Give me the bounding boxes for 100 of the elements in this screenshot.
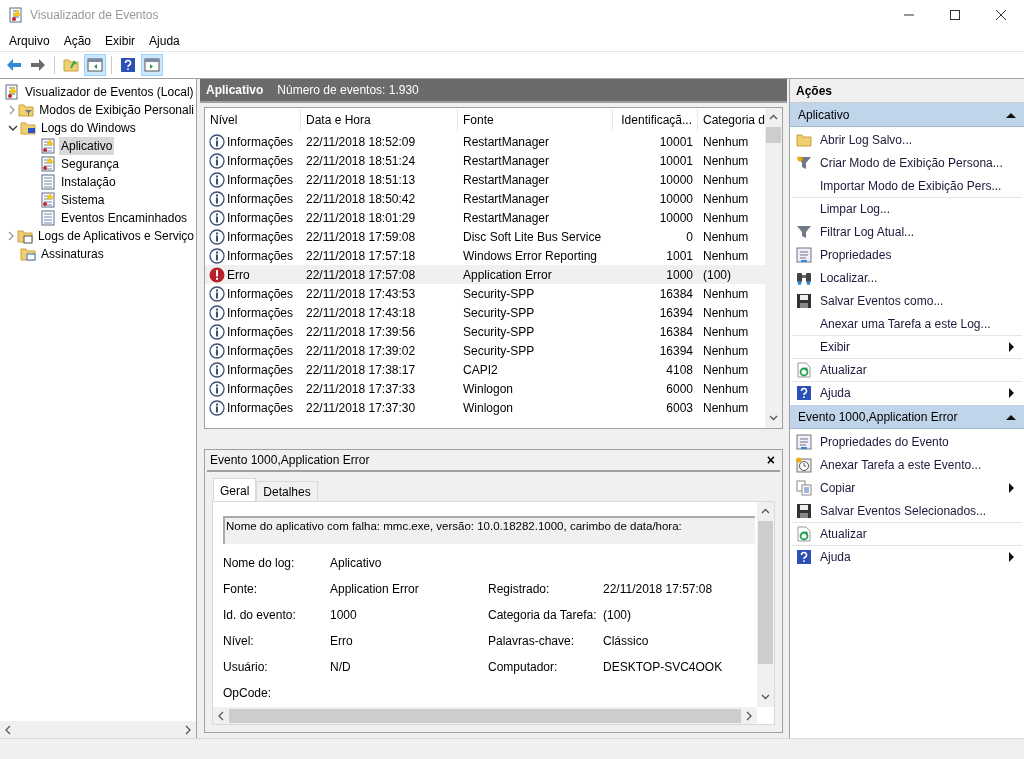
column-header[interactable]: Data e Hora (301, 109, 458, 131)
tree-item[interactable]: Sistema (59, 191, 107, 209)
tree-item[interactable]: Instalação (59, 173, 118, 191)
tree-item[interactable]: Segurança (59, 155, 122, 173)
tree-item[interactable]: Visualizador de Eventos (Local) (23, 83, 196, 101)
tree-item[interactable]: Logs de Aplicativos e Serviço (35, 227, 196, 245)
event-row[interactable]: Informações 22/11/2018 18:50:42 RestartManager 10000 Nenhum (205, 189, 765, 208)
tree-item[interactable]: Modos de Exibição Personali (37, 101, 196, 119)
table-cell-text: 16384 (658, 285, 694, 303)
action-item[interactable]: Criar Modo de Exibição Persona... (792, 151, 1022, 174)
copy-icon (796, 480, 812, 496)
table-cell-text: Nenhum (702, 247, 750, 265)
column-header[interactable]: Nível (205, 109, 301, 131)
column-header[interactable]: Identificaçã... (613, 109, 698, 131)
table-cell-text: 0 (685, 228, 694, 246)
table-cell-text: Nenhum (702, 380, 750, 398)
field-label: Nome do log: (223, 555, 296, 570)
chevron-down-icon[interactable] (8, 123, 18, 133)
event-row[interactable]: Informações 22/11/2018 18:52:09 RestartManager 10001 Nenhum (205, 132, 765, 151)
properties-icon (796, 434, 812, 450)
section-header[interactable]: Evento 1000,Application Error (790, 405, 1024, 429)
event-row[interactable]: Informações 22/11/2018 17:37:30 Winlogon 6003 Nenhum (205, 398, 765, 417)
event-row[interactable]: Informações 22/11/2018 17:39:56 Security-SPP 16384 Nenhum (205, 322, 765, 341)
submenu-arrow-icon (1009, 388, 1014, 398)
event-row[interactable]: Informações 22/11/2018 17:57:18 Windows Error Reporting 1001 Nenhum (205, 246, 765, 265)
tree-item[interactable]: Eventos Encaminhados (59, 209, 190, 227)
level-text: Erro (227, 266, 250, 284)
toolbar-button[interactable] (141, 54, 163, 76)
action-item[interactable]: Copiar (792, 476, 1022, 499)
action-item[interactable]: Salvar Eventos como... (792, 289, 1022, 312)
action-item[interactable]: Exibir (792, 335, 1022, 358)
table-cell-text: Windows Error Reporting (462, 247, 599, 265)
action-item[interactable]: Ajuda (792, 545, 1022, 568)
event-row[interactable]: Erro 22/11/2018 17:57:08 Application Error 1000 (100) (205, 265, 765, 284)
action-item[interactable]: Salvar Eventos Selecionados... (792, 499, 1022, 522)
scrollbar-thumb[interactable] (766, 127, 781, 143)
event-row[interactable]: Informações 22/11/2018 17:37:33 Winlogon 6000 Nenhum (205, 379, 765, 398)
action-item[interactable]: Anexar uma Tarefa a este Log... (792, 312, 1022, 335)
action-label: Anexar Tarefa a este Evento... (820, 457, 982, 474)
table-cell-text: Application Error (462, 266, 553, 284)
scrollbar-thumb[interactable] (758, 521, 773, 664)
event-row[interactable]: Informações 22/11/2018 17:39:02 Security-SPP 16394 Nenhum (205, 341, 765, 360)
action-item[interactable]: Importar Modo de Exibição Pers... (792, 174, 1022, 197)
action-item[interactable]: Localizar... (792, 266, 1022, 289)
event-row[interactable]: Informações 22/11/2018 17:43:53 Security-SPP 16384 Nenhum (205, 284, 765, 303)
event-row[interactable]: Informações 22/11/2018 18:51:13 RestartManager 10000 Nenhum (205, 170, 765, 189)
table-cell-text: RestartManager (462, 190, 551, 208)
properties-icon (796, 247, 812, 263)
action-label: Anexar uma Tarefa a este Log... (820, 316, 991, 333)
table-cell-text: Security-SPP (462, 304, 536, 322)
scroll-left-icon[interactable] (4, 724, 12, 735)
tab[interactable]: Detalhes (256, 481, 318, 501)
tree-item[interactable]: Logs do Windows (39, 119, 138, 137)
info-icon (209, 399, 225, 416)
action-item[interactable]: Propriedades (792, 243, 1022, 266)
event-row[interactable]: Informações 22/11/2018 17:43:18 Security-SPP 16394 Nenhum (205, 303, 765, 322)
table-cell-text: 22/11/2018 17:59:08 (305, 228, 417, 246)
event-row[interactable]: Informações 22/11/2018 17:38:17 CAPI2 4108 Nenhum (205, 360, 765, 379)
close-icon (996, 10, 1006, 20)
tree-item[interactable]: Aplicativo (59, 137, 115, 155)
column-header[interactable]: Fonte (458, 109, 613, 131)
event-row[interactable]: Informações 22/11/2018 18:51:24 RestartManager 10001 Nenhum (205, 151, 765, 170)
description-text: Nome do aplicativo com falha: mmc.exe, versão: 10.0.18282.1000, carimbo de data/hora: (225, 519, 682, 534)
table-cell-text: 6000 (665, 380, 694, 398)
tab[interactable]: Geral (213, 478, 257, 501)
section-header[interactable]: Aplicativo (790, 103, 1024, 127)
collapse-icon[interactable] (1006, 413, 1016, 420)
table-cell-text: 22/11/2018 18:51:24 (305, 152, 417, 170)
menu-item[interactable]: Arquivo (2, 31, 57, 50)
action-item[interactable]: Atualizar (792, 522, 1022, 545)
tree-item[interactable]: Assinaturas (39, 245, 106, 263)
scroll-right-icon[interactable] (745, 710, 753, 721)
event-row[interactable]: Informações 22/11/2018 17:59:08 Disc Soft Lite Bus Service 0 Nenhum (205, 227, 765, 246)
menu-item[interactable]: Exibir (98, 31, 143, 50)
horizontal-scrollbar[interactable] (0, 721, 196, 738)
field-label: Fonte: (223, 581, 259, 596)
vertical-scrollbar[interactable] (757, 502, 774, 707)
collapse-icon[interactable] (1006, 111, 1016, 118)
action-item[interactable]: Filtrar Log Atual... (792, 220, 1022, 243)
level-text: Informações (227, 190, 294, 208)
info-icon (209, 133, 225, 150)
action-item[interactable]: Atualizar (792, 358, 1022, 381)
horizontal-scrollbar[interactable] (213, 707, 757, 724)
action-item[interactable]: Limpar Log... (792, 197, 1022, 220)
vertical-scrollbar[interactable] (765, 108, 782, 428)
event-row[interactable]: Informações 22/11/2018 18:01:29 RestartManager 10000 Nenhum (205, 208, 765, 227)
menu-item[interactable]: Ação (56, 31, 99, 50)
scroll-left-icon[interactable] (217, 710, 225, 721)
action-item[interactable]: Ajuda (792, 381, 1022, 404)
scroll-right-icon[interactable] (184, 724, 192, 735)
table-cell-text: Security-SPP (462, 342, 536, 360)
action-item[interactable]: Propriedades do Evento (792, 430, 1022, 453)
action-item[interactable]: Abrir Log Salvo... (792, 128, 1022, 151)
close-button[interactable]: × (764, 453, 777, 467)
table-cell-text: Nenhum (702, 171, 750, 189)
info-icon (209, 190, 225, 207)
toolbar-button[interactable] (84, 54, 106, 76)
action-item[interactable]: Anexar Tarefa a este Evento... (792, 453, 1022, 476)
table-cell-text: 6003 (665, 399, 694, 417)
menu-item[interactable]: Ajuda (142, 31, 187, 50)
